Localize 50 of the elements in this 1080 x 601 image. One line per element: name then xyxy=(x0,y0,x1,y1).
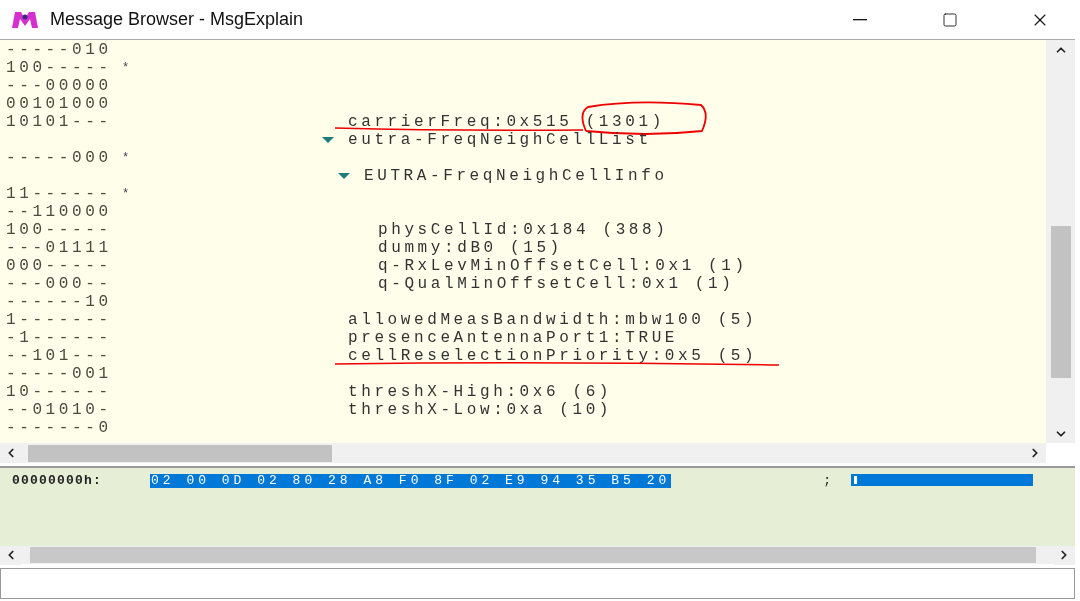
bit-pattern: -----010 xyxy=(6,41,112,59)
bit-pattern: 100----- xyxy=(6,59,112,77)
app-icon xyxy=(11,10,39,29)
marker: * xyxy=(122,60,133,77)
field-value: q-QualMinOffsetCell:0x1 (1) xyxy=(378,275,735,293)
maximize-icon xyxy=(942,11,958,28)
bit-pattern: ---01111 xyxy=(6,239,112,257)
bit-pattern: -----001 xyxy=(6,365,112,383)
bit-pattern: ---000-- xyxy=(6,275,112,293)
field-value: dummy:dB0 (15) xyxy=(378,239,563,257)
field-value: physCellId:0x184 (388) xyxy=(378,221,669,239)
field-value: presenceAntennaPort1:TRUE xyxy=(348,329,679,347)
bit-pattern: --101--- xyxy=(6,347,112,365)
separator: ; xyxy=(823,474,832,488)
bit-pattern: 00101000 xyxy=(6,95,112,113)
bit-pattern: 1------- xyxy=(6,311,112,329)
bit-pattern: ---00000 xyxy=(6,77,112,95)
field-value: q-RxLevMinOffsetCell:0x1 (1) xyxy=(378,257,748,275)
scrollbar-thumb[interactable] xyxy=(28,444,332,462)
field-value: threshX-High:0x6 (6) xyxy=(348,383,613,401)
tree-node[interactable]: EUTRA-FreqNeighCellInfo xyxy=(364,167,668,185)
bit-pattern: 10------ xyxy=(6,383,112,401)
minimize-icon xyxy=(853,18,867,21)
bit-pattern: --110000 xyxy=(6,203,112,221)
bit-pattern: 11------ xyxy=(6,185,112,203)
expanded-triangle-icon[interactable] xyxy=(322,136,334,144)
bit-pattern: 100----- xyxy=(6,221,112,239)
tree-node[interactable]: eutra-FreqNeighCellList xyxy=(348,131,652,149)
field-value: threshX-Low:0xa (10) xyxy=(348,401,613,419)
hex-offset: 00000000h: xyxy=(12,474,103,488)
marker: * xyxy=(122,186,133,203)
bit-pattern: ------10 xyxy=(6,293,112,311)
marker: * xyxy=(122,150,133,167)
bit-pattern: --01010- xyxy=(6,401,112,419)
field-value: allowedMeasBandwidth:mbw100 (5) xyxy=(348,311,758,329)
horizontal-scrollbar[interactable] xyxy=(0,443,1046,463)
vertical-scrollbar[interactable] xyxy=(1046,40,1075,443)
scrollbar-thumb[interactable] xyxy=(1050,226,1071,378)
bit-pattern: 000----- xyxy=(6,257,112,275)
bit-pattern: -1------ xyxy=(6,329,112,347)
bit-pattern: 10101--- xyxy=(6,113,112,131)
field-value: cellReselectionPriority:0x5 (5) xyxy=(348,347,758,365)
expanded-triangle-icon[interactable] xyxy=(338,172,350,180)
bit-pattern: -------0 xyxy=(6,419,112,437)
window-title: Message Browser - MsgExplain xyxy=(50,8,304,31)
hex-bytes[interactable]: 02 00 0D 02 80 28 A8 F0 8F 02 E9 94 35 B5 20 xyxy=(150,474,672,488)
bit-pattern: -----000 xyxy=(6,149,112,167)
horizontal-scrollbar[interactable] xyxy=(0,546,1075,564)
field-value: carrierFreq:0x515 (1301) xyxy=(348,113,665,131)
scrollbar-thumb[interactable] xyxy=(30,547,1036,563)
